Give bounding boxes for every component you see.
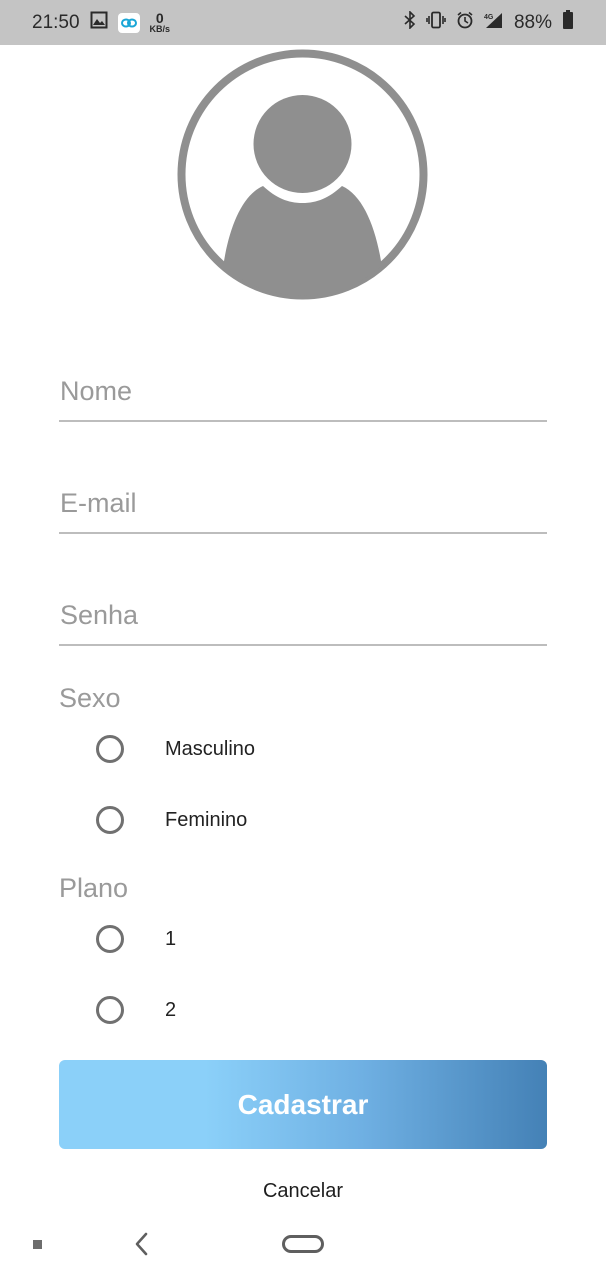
- radio-button[interactable]: [96, 735, 124, 763]
- radio-label: 1: [165, 927, 177, 950]
- name-input[interactable]: [59, 362, 547, 420]
- status-bar-left: 21:50 0 KB/s: [32, 11, 170, 34]
- network-speed: 0 KB/s: [150, 11, 171, 34]
- home-icon[interactable]: [282, 1235, 324, 1253]
- radio-button[interactable]: [96, 996, 124, 1024]
- email-input[interactable]: [59, 474, 547, 532]
- radio-option-plan-1[interactable]: 1: [96, 919, 546, 959]
- recents-icon[interactable]: [33, 1240, 42, 1249]
- status-time: 21:50: [32, 11, 80, 33]
- cancel-button[interactable]: Cancelar: [0, 1180, 606, 1203]
- profile-avatar[interactable]: [176, 48, 429, 301]
- radio-button[interactable]: [96, 806, 124, 834]
- user-avatar-icon: [177, 49, 428, 300]
- email-field[interactable]: [59, 474, 547, 534]
- radio-option-plan-2[interactable]: 2: [96, 990, 546, 1030]
- plan-label: Plano: [59, 873, 129, 903]
- register-button-label: Cadastrar: [237, 1088, 369, 1120]
- radio-button[interactable]: [96, 925, 124, 953]
- register-button[interactable]: Cadastrar: [59, 1060, 547, 1149]
- signal-4g-icon: 4G: [484, 11, 504, 34]
- status-bar-right: 4G 88%: [404, 10, 574, 35]
- status-bar: 21:50 0 KB/s 4G 88%: [0, 0, 606, 45]
- sex-label: Sexo: [59, 683, 121, 713]
- app-badge-icon: [117, 12, 140, 33]
- radio-option-feminino[interactable]: Feminino: [96, 800, 546, 840]
- name-field[interactable]: [59, 362, 547, 422]
- svg-text:4G: 4G: [484, 14, 494, 21]
- radio-option-masculino[interactable]: Masculino: [96, 729, 546, 769]
- radio-label: Feminino: [165, 808, 248, 831]
- image-icon: [90, 11, 108, 34]
- vibrate-icon: [426, 11, 446, 34]
- network-speed-value: 0: [155, 10, 164, 26]
- navigation-bar: [0, 1210, 606, 1280]
- battery-percent: 88%: [513, 11, 552, 33]
- password-field[interactable]: [59, 586, 547, 646]
- bluetooth-icon: [404, 10, 416, 34]
- alarm-icon: [456, 11, 474, 34]
- password-input[interactable]: [59, 586, 547, 644]
- back-icon[interactable]: [130, 1230, 154, 1258]
- radio-label: 2: [165, 998, 177, 1021]
- radio-label: Masculino: [165, 737, 256, 760]
- battery-icon: [562, 10, 574, 35]
- network-speed-unit: KB/s: [149, 24, 171, 34]
